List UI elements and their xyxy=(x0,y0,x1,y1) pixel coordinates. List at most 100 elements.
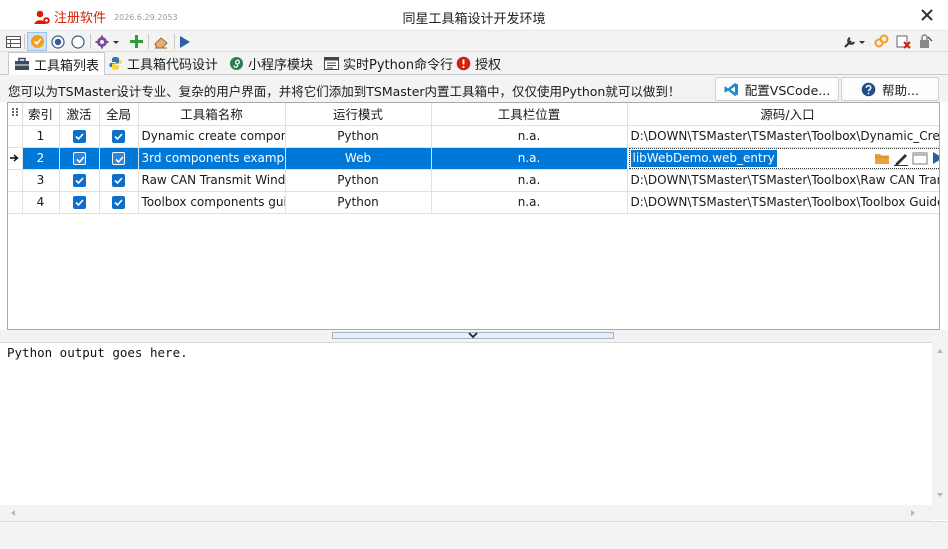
button-label: 帮助... xyxy=(882,82,919,98)
wrench-icon xyxy=(844,36,865,48)
cell-global[interactable] xyxy=(99,169,139,192)
cell-source[interactable]: D:\DOWN\TSMaster\TSMaster\Toolbox\Raw CA… xyxy=(627,169,939,192)
scroll-up-icon[interactable] xyxy=(932,344,948,358)
table-view-button[interactable] xyxy=(4,32,22,51)
cell-toolbar-position[interactable]: n.a. xyxy=(431,169,628,192)
cell-global[interactable] xyxy=(99,147,139,170)
configure-vscode-button[interactable]: 配置VSCode... xyxy=(715,77,839,101)
cell-mode[interactable]: Python xyxy=(285,125,432,148)
cell-active[interactable] xyxy=(59,147,100,170)
clear-button[interactable] xyxy=(151,32,171,51)
global-checkbox[interactable] xyxy=(112,196,125,209)
cell-source-editor[interactable]: libWebDemo.web_entry xyxy=(627,147,941,170)
toolbar-separator xyxy=(24,34,25,49)
column-header-source[interactable]: 源码/入口 xyxy=(627,103,939,126)
mode-option-1[interactable] xyxy=(50,32,66,51)
delete-button[interactable] xyxy=(894,32,912,51)
cell-mode[interactable]: Web xyxy=(285,147,432,170)
cell-name[interactable]: Dynamic create components xyxy=(138,125,286,148)
add-toolbox-button[interactable] xyxy=(127,32,145,51)
splitter-bar[interactable] xyxy=(0,330,948,342)
check-icon xyxy=(114,133,123,141)
table-row[interactable]: 1 Dynamic create components Python n.a. … xyxy=(8,125,939,148)
mode-option-2[interactable] xyxy=(70,32,86,51)
cell-mode[interactable]: Python xyxy=(285,169,432,192)
folder-icon[interactable] xyxy=(874,152,890,165)
column-header-active[interactable]: 激活 xyxy=(59,103,100,126)
link-button[interactable] xyxy=(872,32,890,51)
table-row[interactable]: 3 Raw CAN Transmit Window Python n.a. D:… xyxy=(8,169,939,192)
settings-dropdown-button[interactable] xyxy=(94,32,122,51)
edit-icon[interactable] xyxy=(893,151,909,166)
cell-active[interactable] xyxy=(59,169,100,192)
button-label: 配置VSCode... xyxy=(744,82,831,98)
badge-button[interactable] xyxy=(27,32,47,51)
mini-program-icon xyxy=(230,57,243,70)
row-indicator xyxy=(8,169,23,192)
cell-name[interactable]: Toolbox components guide xyxy=(138,191,286,214)
source-editor[interactable]: libWebDemo.web_entry xyxy=(628,147,941,168)
scroll-right-icon[interactable] xyxy=(906,505,920,521)
tab-toolbox-list[interactable]: 工具箱列表 xyxy=(8,52,106,76)
info-text: 您可以为TSMaster设计专业、复杂的用户界面，并将它们添加到TSMaster… xyxy=(8,84,681,99)
cell-toolbar-position[interactable]: n.a. xyxy=(431,191,628,214)
python-output-panel[interactable]: Python output goes here. xyxy=(0,342,940,520)
tab-code-design[interactable]: 工具箱代码设计 xyxy=(103,52,223,75)
python-output-text: Python output goes here. xyxy=(7,345,188,360)
tab-label: 授权 xyxy=(475,58,502,73)
run-button[interactable] xyxy=(177,32,193,51)
cell-toolbar-position[interactable]: n.a. xyxy=(431,125,628,148)
global-checkbox[interactable] xyxy=(112,174,125,187)
lock-button[interactable] xyxy=(916,32,934,51)
table-row-selected[interactable]: 2 3rd components examples Web n.a. libWe… xyxy=(8,147,941,170)
tab-label: 工具箱列表 xyxy=(34,58,100,74)
cell-global[interactable] xyxy=(99,191,139,214)
close-icon[interactable] xyxy=(918,6,936,24)
global-checkbox[interactable] xyxy=(112,130,125,143)
chevron-down-icon[interactable] xyxy=(468,331,478,339)
scroll-down-icon[interactable] xyxy=(932,488,948,502)
cell-active[interactable] xyxy=(59,125,100,148)
tab-license[interactable]: 授权 xyxy=(451,52,506,75)
cell-source[interactable]: D:\DOWN\TSMaster\TSMaster\Toolbox\Dynami… xyxy=(627,125,939,148)
help-button[interactable]: 帮助... xyxy=(841,77,939,101)
vscode-icon xyxy=(724,82,738,96)
cell-name[interactable]: 3rd components examples xyxy=(138,147,286,170)
tab-python-console[interactable]: 实时Python命令行 xyxy=(319,52,458,75)
window-title: 同星工具箱设计开发环境 xyxy=(402,12,546,27)
table-row[interactable]: 4 Toolbox components guide Python n.a. D… xyxy=(8,191,939,214)
source-editor-tools xyxy=(874,151,941,166)
tab-mini-program[interactable]: 小程序模块 xyxy=(224,52,318,75)
check-icon xyxy=(75,156,85,164)
output-vertical-scrollbar[interactable] xyxy=(932,342,948,520)
row-indicator xyxy=(8,147,23,170)
window-icon[interactable] xyxy=(912,152,928,165)
active-checkbox[interactable] xyxy=(72,152,86,165)
row-indicator xyxy=(8,125,23,148)
active-checkbox[interactable] xyxy=(72,174,86,187)
scroll-left-icon[interactable] xyxy=(6,505,20,521)
cell-global[interactable] xyxy=(99,125,139,148)
column-header-name[interactable]: 工具箱名称 xyxy=(138,103,286,126)
column-chooser[interactable] xyxy=(8,103,23,126)
cell-source[interactable]: D:\DOWN\TSMaster\TSMaster\Toolbox\Toolbo… xyxy=(627,191,939,214)
column-header-global[interactable]: 全局 xyxy=(99,103,139,126)
output-horizontal-scrollbar[interactable] xyxy=(0,505,932,521)
column-header-mode[interactable]: 运行模式 xyxy=(285,103,432,126)
column-header-toolbar-position[interactable]: 工具栏位置 xyxy=(431,103,628,126)
cell-toolbar-position[interactable]: n.a. xyxy=(431,147,628,170)
cell-mode[interactable]: Python xyxy=(285,191,432,214)
cell-name[interactable]: Raw CAN Transmit Window xyxy=(138,169,286,192)
source-edit-value[interactable]: libWebDemo.web_entry xyxy=(630,149,777,167)
cell-active[interactable] xyxy=(59,191,100,214)
radio-off-icon xyxy=(71,34,85,49)
toolbar-separator xyxy=(148,34,149,49)
global-checkbox[interactable] xyxy=(112,152,125,165)
column-header-index[interactable]: 索引 xyxy=(22,103,60,126)
tools-dropdown-button[interactable] xyxy=(842,32,868,51)
active-checkbox[interactable] xyxy=(72,196,86,209)
help-icon xyxy=(861,82,876,96)
active-checkbox[interactable] xyxy=(72,130,86,143)
current-row-arrow-icon xyxy=(10,154,19,162)
run-icon[interactable] xyxy=(931,151,941,165)
